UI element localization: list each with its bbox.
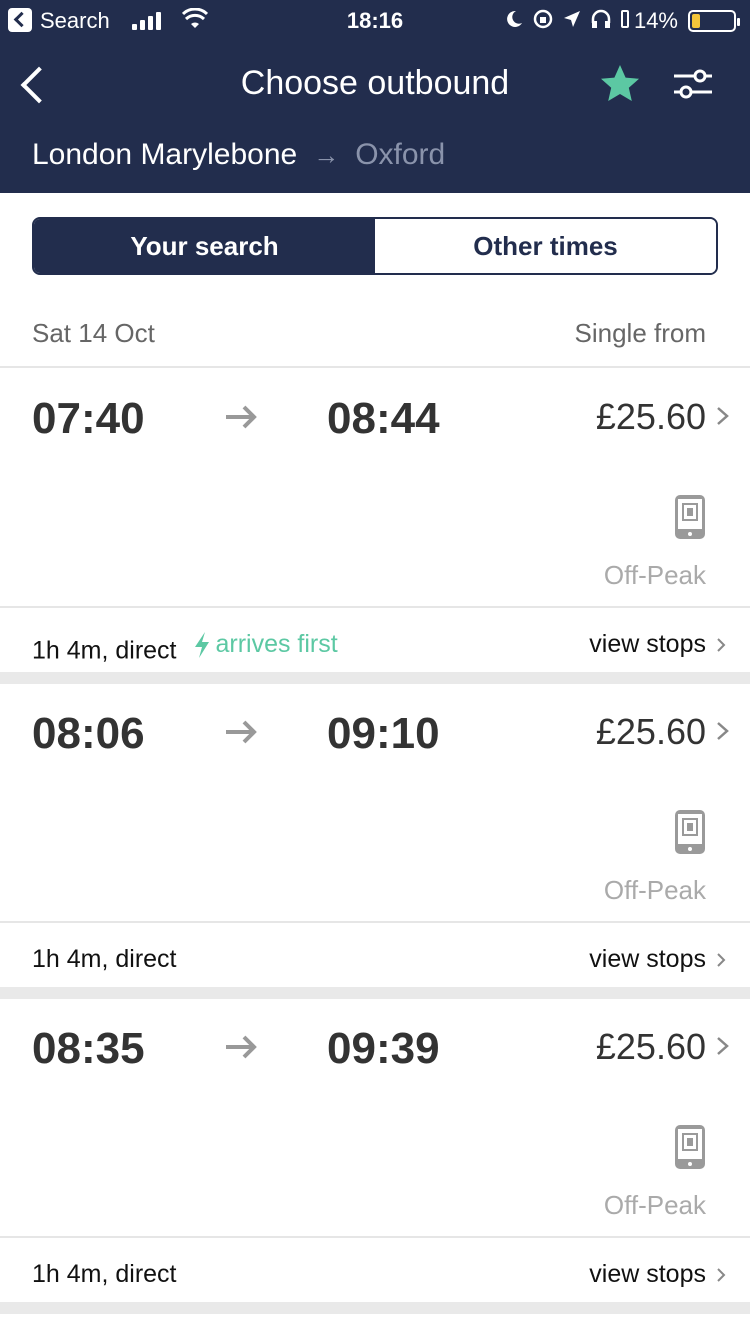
status-icons <box>504 8 630 30</box>
price: £25.60 <box>595 1026 706 1067</box>
origin-station: London Marylebone <box>32 138 298 171</box>
journey-info: 1h 4m, direct view stops <box>0 1238 750 1302</box>
arrow-right-icon <box>226 405 257 429</box>
filter-icon[interactable] <box>672 66 714 102</box>
separator <box>0 672 750 684</box>
journey-card: 08:06 09:10 £25.60 Off-Peak 1h 4m, direc… <box>0 685 750 999</box>
chevron-right-icon <box>717 952 726 967</box>
chevron-right-icon <box>717 407 729 425</box>
journey-duration: 1h 4m, direct <box>32 945 177 973</box>
tab-your-search[interactable]: Your search <box>34 219 375 273</box>
journey-duration: 1h 4m, direct arrives first <box>32 630 338 666</box>
view-stops-link[interactable]: view stops <box>589 1260 726 1289</box>
departure-time: 07:40 <box>32 394 145 443</box>
mobile-ticket-icon <box>675 810 705 854</box>
journey-info: 1h 4m, direct arrives first view stops <box>0 608 750 672</box>
view-stops-label: view stops <box>589 1260 706 1288</box>
view-stops-link[interactable]: view stops <box>589 945 726 974</box>
mobile-ticket-icon <box>675 1125 705 1169</box>
headphones-icon <box>591 9 611 28</box>
list-header: Sat 14 Oct Single from <box>0 300 750 368</box>
tab-other-times[interactable]: Other times <box>375 219 716 273</box>
arrival-time: 09:10 <box>327 709 440 758</box>
arrives-first-badge: arrives first <box>193 630 338 659</box>
view-stops-label: view stops <box>589 630 706 658</box>
arrow-right-icon <box>226 720 257 744</box>
star-icon[interactable] <box>598 62 642 106</box>
badge-text: arrives first <box>215 630 338 658</box>
top-bar: Search 18:16 14% Choose outbound London … <box>0 0 750 193</box>
fare-type: Off-Peak <box>603 875 706 905</box>
chevron-right-icon <box>717 637 726 652</box>
battery-icon <box>688 10 740 32</box>
journey-main[interactable]: 08:35 09:39 £25.60 Off-Peak <box>0 1000 750 1238</box>
vibrate-icon <box>621 10 629 28</box>
arrival-time: 09:39 <box>327 1024 440 1073</box>
moon-icon <box>507 10 522 27</box>
arrival-time: 08:44 <box>327 394 440 443</box>
search-segmented-control: Your search Other times <box>32 217 718 275</box>
rotation-lock-icon <box>533 9 553 29</box>
lightning-icon <box>195 631 210 658</box>
route-arrow-icon: → <box>313 139 340 170</box>
header: Choose outbound <box>0 42 750 122</box>
mobile-ticket-icon <box>675 495 705 539</box>
journey-info: 1h 4m, direct view stops <box>0 923 750 987</box>
price: £25.60 <box>595 396 706 437</box>
fare-type: Off-Peak <box>603 560 706 590</box>
journey-main[interactable]: 07:40 08:44 £25.60 Off-Peak <box>0 370 750 608</box>
battery-percentage: 14% <box>633 8 678 33</box>
view-stops-label: view stops <box>589 945 706 973</box>
price: £25.60 <box>595 711 706 752</box>
view-stops-link[interactable]: view stops <box>589 630 726 659</box>
status-bar: Search 18:16 14% <box>0 0 750 42</box>
journey-card: 07:40 08:44 £25.60 Off-Peak 1h 4m, direc… <box>0 370 750 684</box>
location-icon <box>564 11 580 27</box>
fare-type: Off-Peak <box>603 1190 706 1220</box>
travel-date: Sat 14 Oct <box>32 318 155 348</box>
journey-main[interactable]: 08:06 09:10 £25.60 Off-Peak <box>0 685 750 923</box>
chevron-right-icon <box>717 1037 729 1055</box>
arrow-right-icon <box>226 1035 257 1059</box>
duration-text: 1h 4m, direct <box>32 636 177 665</box>
destination-station: Oxford <box>355 138 446 171</box>
journey-duration: 1h 4m, direct <box>32 1260 177 1288</box>
departure-time: 08:35 <box>32 1024 145 1073</box>
journey-card: 08:35 09:39 £25.60 Off-Peak 1h 4m, direc… <box>0 1000 750 1314</box>
chevron-right-icon <box>717 1267 726 1282</box>
single-from-label: Single from <box>574 318 707 348</box>
departure-time: 08:06 <box>32 709 145 758</box>
chevron-right-icon <box>717 722 729 740</box>
separator <box>0 1302 750 1314</box>
route-summary: London Marylebone → Oxford <box>32 138 445 172</box>
separator <box>0 987 750 999</box>
